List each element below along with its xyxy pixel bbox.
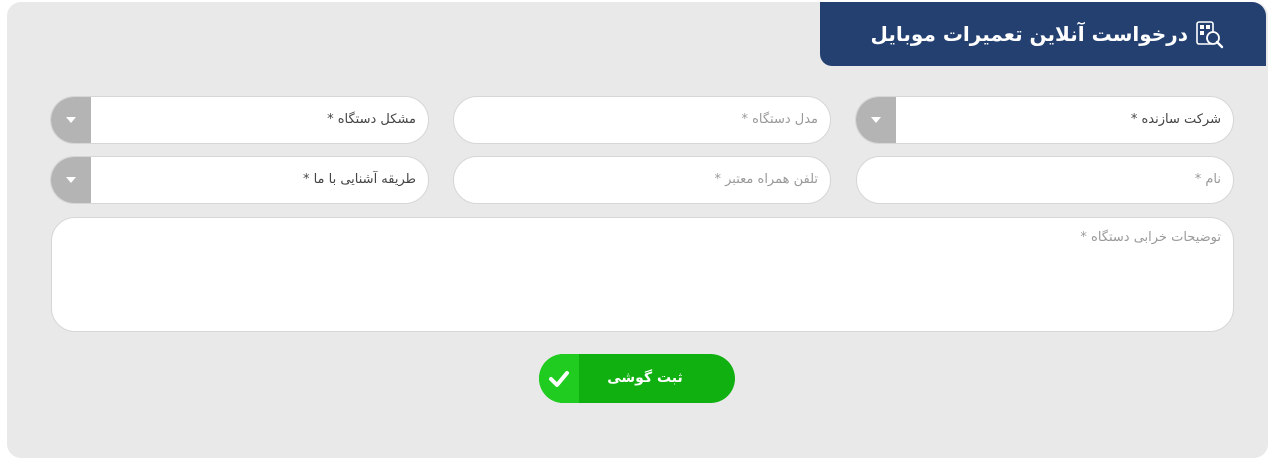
form-title: درخواست آنلاین تعمیرات موبایل — [870, 22, 1188, 46]
form-title-bar: درخواست آنلاین تعمیرات موبایل — [820, 2, 1266, 66]
problem-select[interactable]: مشکل دستگاه * — [50, 96, 429, 144]
description-textarea[interactable]: توضیحات خرابی دستگاه * — [51, 217, 1234, 332]
submit-button[interactable]: ثبت گوشی — [539, 354, 735, 403]
name-input-placeholder: نام * — [1194, 172, 1221, 187]
phone-input[interactable]: تلفن همراه معتبر * — [453, 156, 831, 204]
chevron-down-icon — [871, 117, 881, 123]
referral-dropdown-button[interactable] — [51, 157, 91, 203]
phone-input-placeholder: تلفن همراه معتبر * — [714, 172, 818, 187]
submit-icon-box — [539, 354, 579, 403]
referral-select-value: طریقه آشنایی با ما * — [302, 172, 416, 187]
manufacturer-select[interactable]: شرکت سازنده * — [855, 96, 1234, 144]
device-search-icon — [1196, 21, 1224, 49]
chevron-down-icon — [66, 177, 76, 183]
referral-select[interactable]: طریقه آشنایی با ما * — [50, 156, 429, 204]
check-icon — [549, 370, 569, 387]
description-placeholder: توضیحات خرابی دستگاه * — [1080, 230, 1221, 245]
chevron-down-icon — [66, 117, 76, 123]
manufacturer-dropdown-button[interactable] — [856, 97, 896, 143]
submit-button-label: ثبت گوشی — [607, 370, 683, 386]
problem-dropdown-button[interactable] — [51, 97, 91, 143]
problem-select-value: مشکل دستگاه * — [327, 112, 416, 127]
manufacturer-select-value: شرکت سازنده * — [1130, 112, 1221, 127]
model-input[interactable]: مدل دستگاه * — [453, 96, 831, 144]
model-input-placeholder: مدل دستگاه * — [741, 112, 818, 127]
name-input[interactable]: نام * — [856, 156, 1234, 204]
